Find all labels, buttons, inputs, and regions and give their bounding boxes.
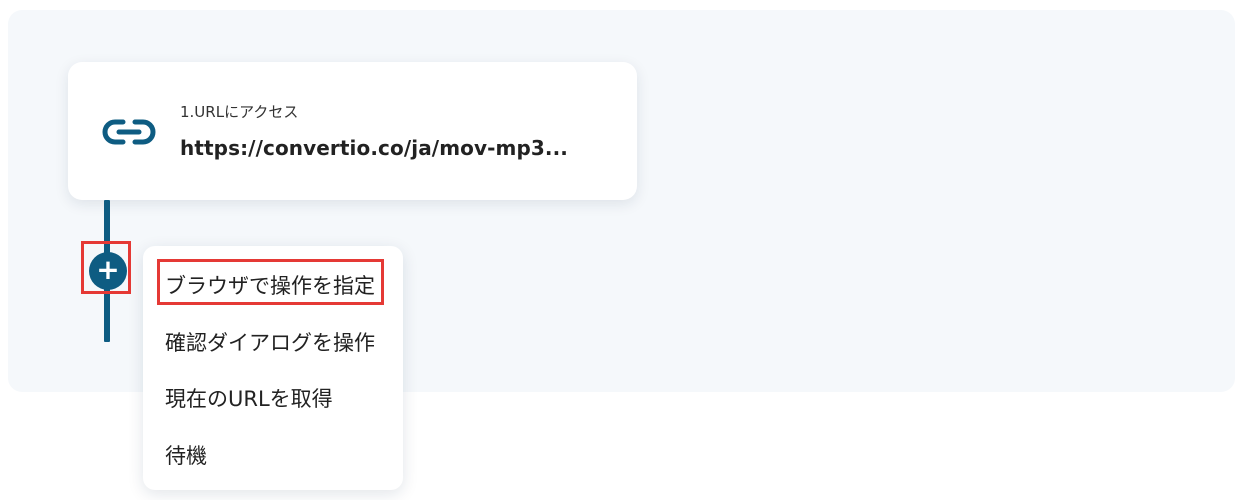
- link-icon: [102, 119, 156, 145]
- step-label: 1.URLにアクセス: [180, 103, 299, 121]
- add-step-button[interactable]: +: [89, 252, 127, 290]
- step-url-value: https://convertio.co/ja/mov-mp3...: [180, 136, 568, 160]
- menu-item-highlight: [157, 259, 384, 305]
- plus-icon: +: [96, 253, 120, 286]
- menu-item-get-current-url[interactable]: 現在のURLを取得: [165, 383, 333, 413]
- menu-item-wait[interactable]: 待機: [165, 440, 207, 470]
- menu-item-confirm-dialog[interactable]: 確認ダイアログを操作: [165, 327, 375, 357]
